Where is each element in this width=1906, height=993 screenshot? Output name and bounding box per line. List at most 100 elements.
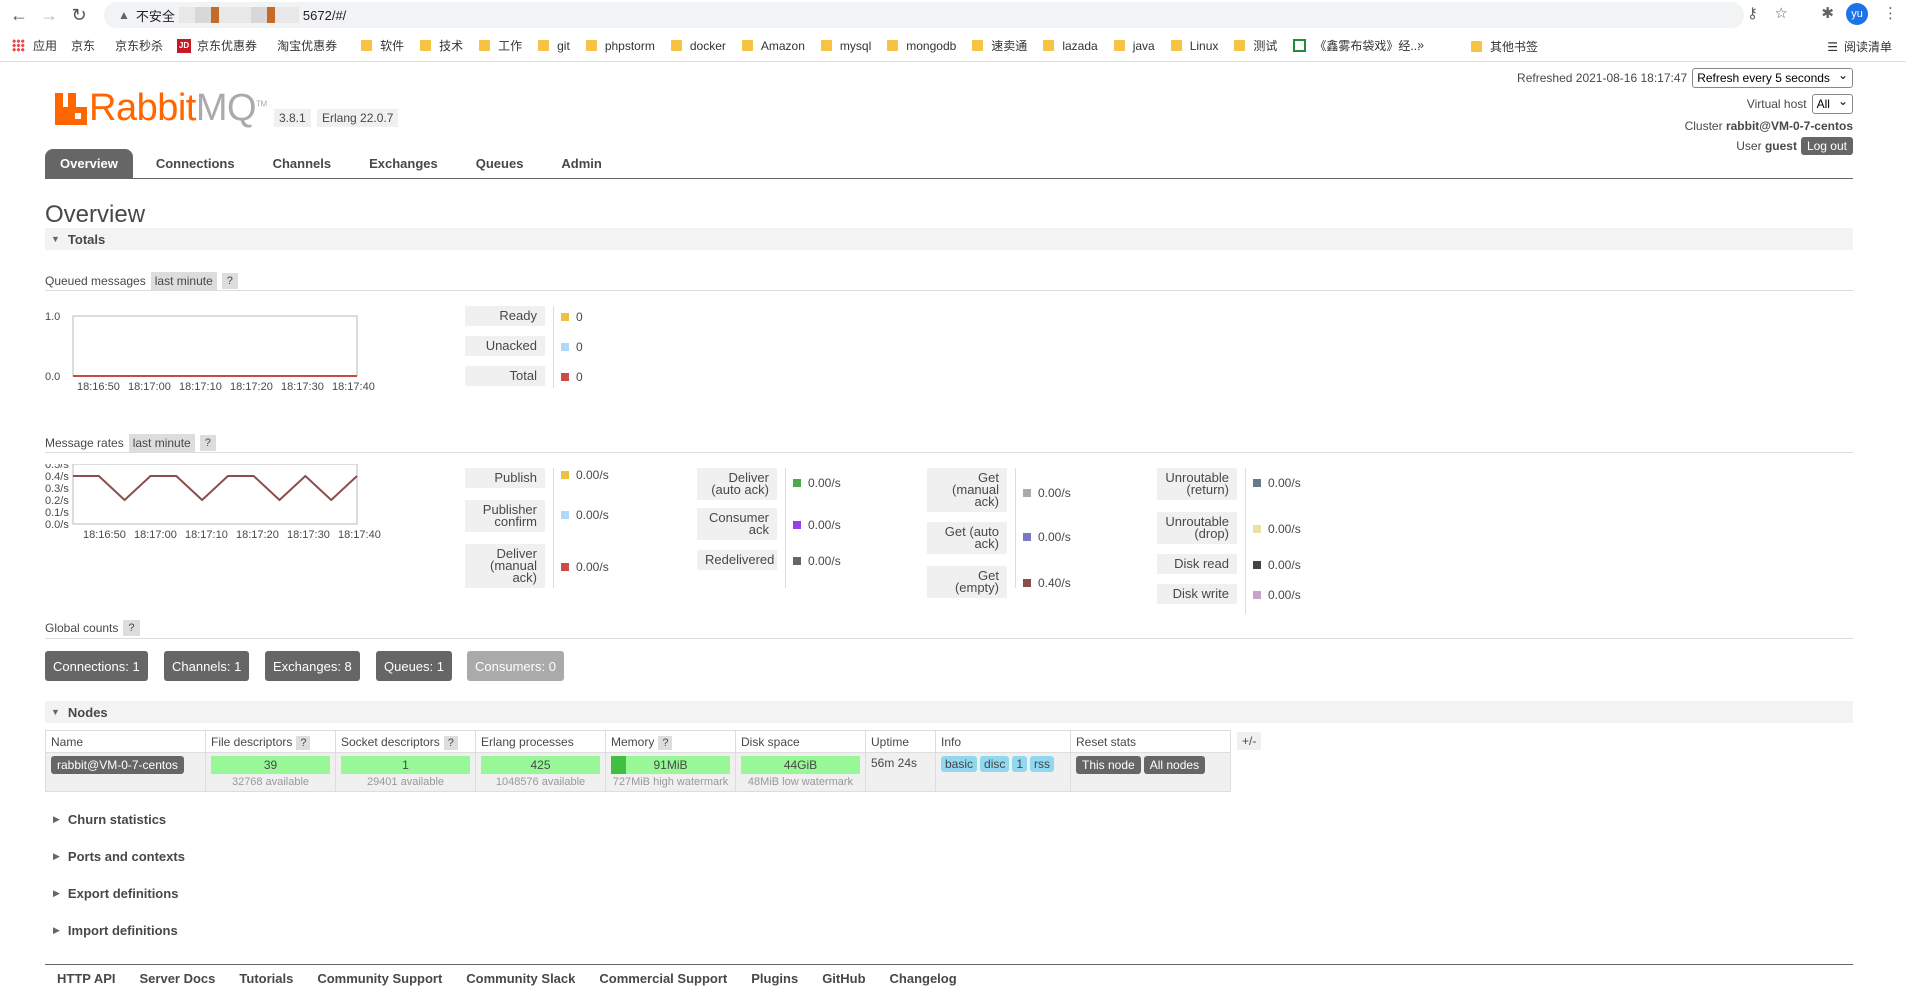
star-icon[interactable]: ☆ <box>1775 4 1788 22</box>
bookmark-item[interactable]: 《鑫雾布袋戏》经... <box>1293 37 1420 54</box>
address-bar[interactable]: ▲ 不安全 5672/#/ <box>104 2 1744 28</box>
reset-all-nodes-button[interactable]: All nodes <box>1143 756 1206 774</box>
column-help-icon[interactable]: ? <box>296 735 311 750</box>
bookmark-item[interactable]: 软件 <box>361 37 404 54</box>
back-arrow-icon[interactable]: ← <box>8 4 30 26</box>
bookmark-docker[interactable]: docker <box>670 39 726 53</box>
footer-link-commercial-support[interactable]: Commercial Support <box>599 971 727 986</box>
section-churn-statistics[interactable]: ▶ Churn statistics <box>45 812 166 827</box>
count-queues-button[interactable]: Queues: 1 <box>376 651 452 681</box>
tab-exchanges[interactable]: Exchanges <box>354 149 453 179</box>
bookmark-item[interactable]: JD 京东优惠券 <box>177 37 257 54</box>
profile-avatar[interactable]: yu <box>1846 3 1868 25</box>
x-tick-label: 18:17:30 <box>281 381 324 393</box>
memory-bar-fill <box>611 756 626 774</box>
info-tag-1[interactable]: 1 <box>1012 756 1028 772</box>
bookmarks-overflow-icon[interactable]: » <box>1417 38 1424 52</box>
column-help-icon[interactable]: ? <box>658 735 673 750</box>
bookmark-item[interactable]: 技术 <box>420 37 463 54</box>
tab-queues[interactable]: Queues <box>461 149 539 179</box>
section-import-definitions[interactable]: ▶ Import definitions <box>45 923 178 938</box>
column-header-info: Info <box>935 730 1071 753</box>
bookmark-git[interactable]: git <box>538 39 570 53</box>
columns-toggle-button[interactable]: +/- <box>1237 732 1262 750</box>
queued-help-icon[interactable]: ? <box>221 273 238 289</box>
footer-link-community-slack[interactable]: Community Slack <box>466 971 575 986</box>
main-tabs: Overview Connections Channels Exchanges Queu… <box>45 149 1853 179</box>
tab-overview[interactable]: Overview <box>45 149 133 179</box>
count-exchanges-button[interactable]: Exchanges: 8 <box>265 651 360 681</box>
footer-link-community-support[interactable]: Community Support <box>317 971 442 986</box>
bookmark-phpstorm[interactable]: phpstorm <box>585 39 655 53</box>
global-counts-help-icon[interactable]: ? <box>123 620 140 636</box>
bookmark-item[interactable]: 速卖通 <box>972 37 1027 54</box>
bookmark-other[interactable]: 其他书签 <box>1470 38 1538 55</box>
bookmark-mongodb[interactable]: mongodb <box>887 39 956 53</box>
vhost-select[interactable]: All <box>1811 94 1853 114</box>
menu-dots-icon[interactable]: ⋮ <box>1883 4 1898 22</box>
folder-icon <box>1043 40 1055 51</box>
bookmark-item[interactable]: 淘宝优惠券 <box>277 37 337 54</box>
message-rates-label: Message rates last minute ? <box>45 434 216 452</box>
bookmark-linux[interactable]: Linux <box>1170 39 1218 53</box>
rates-range-pill[interactable]: last minute <box>128 434 195 452</box>
nodes-section-header[interactable]: ▼ Nodes <box>45 701 1853 723</box>
refresh-select[interactable]: Refresh every 5 seconds <box>1692 68 1853 88</box>
count-connections-button[interactable]: Connections: 1 <box>45 651 148 681</box>
footer-link-server-docs[interactable]: Server Docs <box>140 971 216 986</box>
bookmark-lazada[interactable]: lazada <box>1043 39 1098 53</box>
folder-icon <box>479 40 491 51</box>
extensions-icon[interactable]: ✱ <box>1821 4 1834 22</box>
bookmark-item[interactable]: 测试 <box>1234 37 1277 54</box>
column-header-text: Name <box>51 734 84 749</box>
key-icon[interactable]: ⚷ <box>1747 4 1758 22</box>
sheet-icon <box>1293 39 1307 52</box>
y-tick-label: 0.0 <box>45 371 60 383</box>
uptime-value: 56m 24s <box>871 756 918 770</box>
info-tag-disc[interactable]: disc <box>980 756 1010 772</box>
footer-link-github[interactable]: GitHub <box>822 971 865 986</box>
footer-link-changelog[interactable]: Changelog <box>890 971 957 986</box>
footer-link-plugins[interactable]: Plugins <box>751 971 798 986</box>
footer-link-http-api[interactable]: HTTP API <box>57 971 116 986</box>
rates-help-icon[interactable]: ? <box>199 435 216 451</box>
triangle-right-icon: ▶ <box>53 814 60 824</box>
section-export-definitions[interactable]: ▶ Export definitions <box>45 886 178 901</box>
bookmark-mysql[interactable]: mysql <box>820 39 871 53</box>
info-tag-basic[interactable]: basic <box>941 756 978 772</box>
cluster-label: Cluster <box>1684 119 1723 133</box>
bookmark-item[interactable]: 京东秒杀 <box>115 37 163 54</box>
legend-label-disk-read: Disk read <box>1157 554 1237 574</box>
count-channels-button[interactable]: Channels: 1 <box>164 651 250 681</box>
reload-icon[interactable]: ↻ <box>68 4 90 26</box>
info-tag-rss[interactable]: rss <box>1030 756 1055 772</box>
totals-section-header[interactable]: ▼ Totals <box>45 228 1853 250</box>
tab-connections[interactable]: Connections <box>141 149 250 179</box>
tab-channels[interactable]: Channels <box>258 149 347 179</box>
queued-messages-chart: 1.0 0.0 18:16:50 18:17:00 18:17:10 18:17:20 18… <box>45 311 375 393</box>
bookmark-item[interactable]: 应用 <box>12 37 57 54</box>
legend-label-disk-write: Disk write <box>1157 584 1237 604</box>
reset-this-node-button[interactable]: This node <box>1076 756 1141 774</box>
memory-watermark: 727MiB high watermark <box>612 776 729 788</box>
folder-icon <box>585 40 597 51</box>
queued-range-pill[interactable]: last minute <box>150 272 217 290</box>
tab-admin[interactable]: Admin <box>546 149 616 179</box>
node-name-link[interactable]: rabbit@VM-0-7-centos <box>51 756 184 774</box>
column-help-icon[interactable]: ? <box>443 735 458 750</box>
forward-arrow-icon[interactable]: → <box>38 4 60 26</box>
bookmark-java[interactable]: java <box>1113 39 1155 53</box>
legend-value-unroutable-return: 0.00/s <box>1253 476 1301 490</box>
legend-label-unacked: Unacked <box>465 336 545 356</box>
rabbitmq-logo[interactable]: RabbitMQTM <box>55 87 267 130</box>
bookmark-amazon[interactable]: Amazon <box>741 39 805 53</box>
legend-label-publisher-confirm: Publisher confirm <box>465 500 545 532</box>
column-header-text: Info <box>941 734 962 749</box>
bookmark-item[interactable]: 京东 <box>71 37 95 54</box>
section-ports-and-contexts[interactable]: ▶ Ports and contexts <box>45 849 185 864</box>
bookmark-item[interactable]: 工作 <box>479 37 522 54</box>
count-consumers-button[interactable]: Consumers: 0 <box>467 651 564 681</box>
column-header-text: File descriptors <box>211 734 293 749</box>
bookmark-reading-list[interactable]: ☰ 阅读清单 <box>1827 38 1892 55</box>
footer-link-tutorials[interactable]: Tutorials <box>239 971 293 986</box>
